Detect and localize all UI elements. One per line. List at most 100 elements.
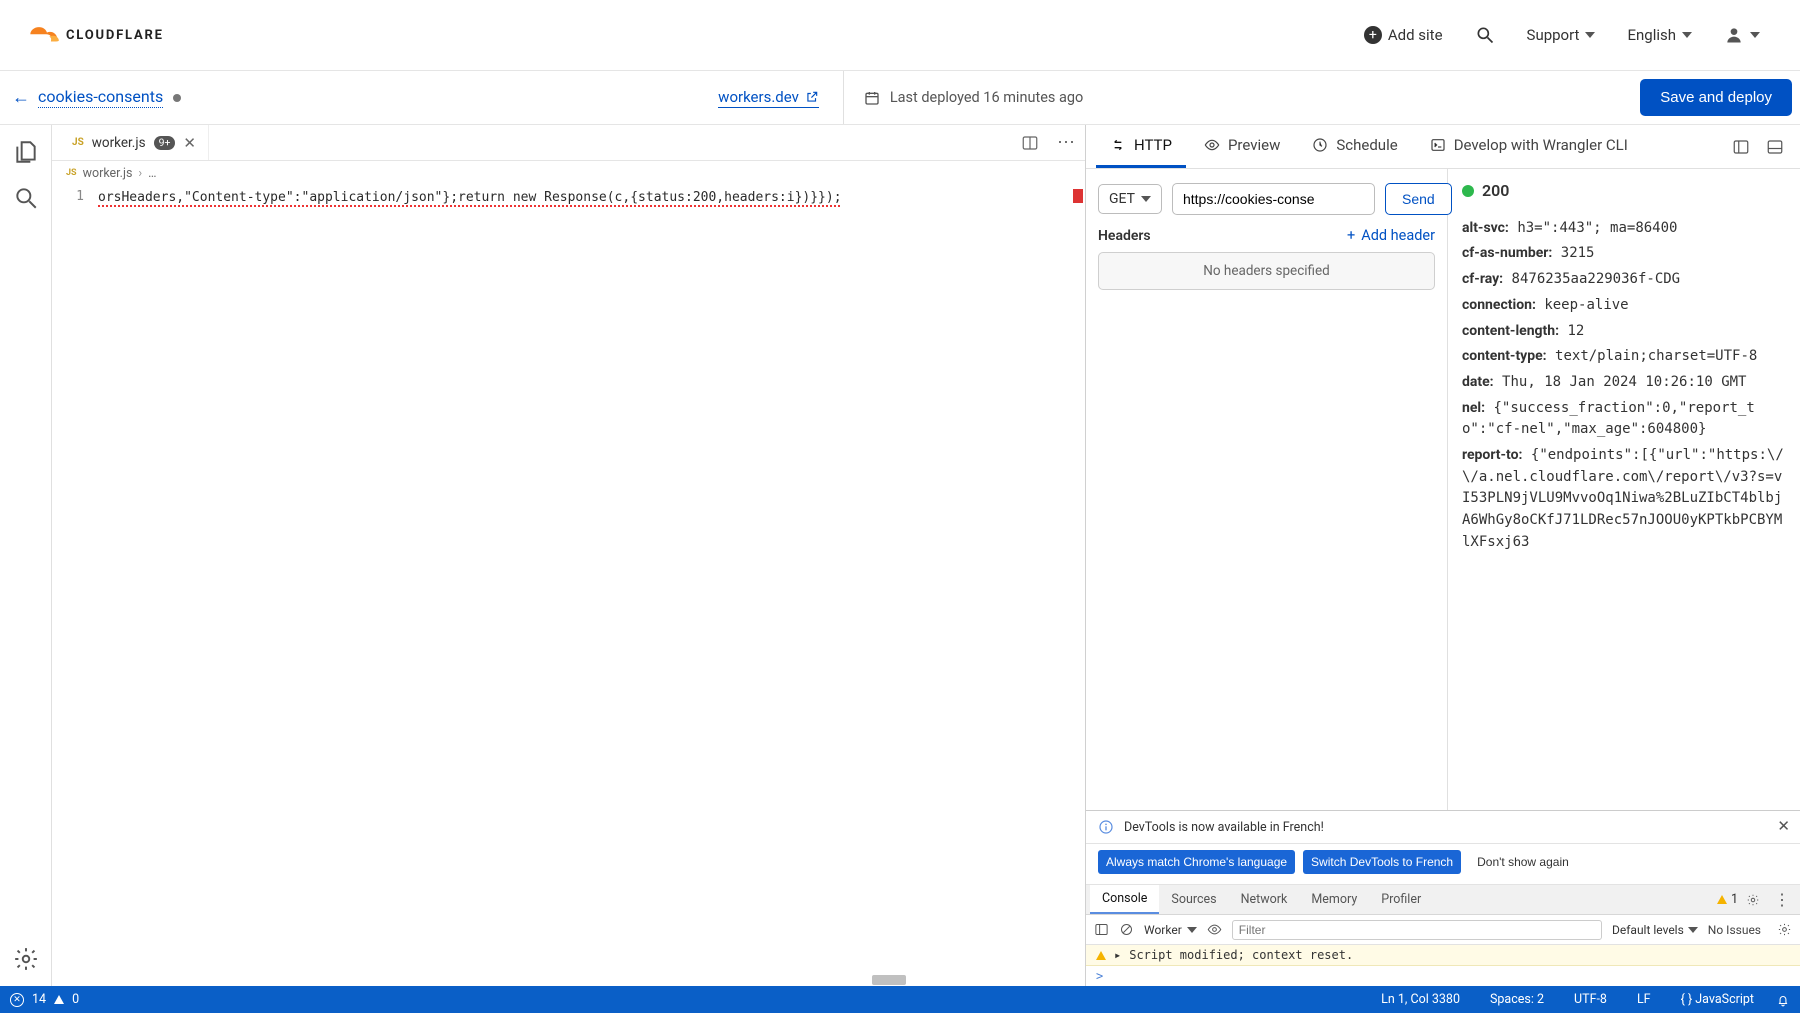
devtools-warn-badge[interactable]: 1: [1717, 892, 1738, 907]
cursor-position[interactable]: Ln 1, Col 3380: [1373, 992, 1468, 1007]
console-filter-input[interactable]: [1232, 920, 1602, 940]
toggle-sidebar-icon[interactable]: [1094, 922, 1109, 937]
language-mode[interactable]: { } JavaScript: [1673, 992, 1762, 1007]
editor-breadcrumb[interactable]: JS worker.js › …: [52, 161, 1085, 185]
terminal-icon: [1430, 137, 1446, 153]
line-gutter: 1: [52, 185, 98, 986]
console-warning-row[interactable]: ▸ Script modified; context reset.: [1086, 945, 1800, 966]
add-site-label: Add site: [1388, 26, 1443, 44]
disclosure-triangle-icon[interactable]: ▸: [1114, 948, 1121, 962]
always-match-button[interactable]: Always match Chrome's language: [1098, 850, 1295, 874]
caret-down-icon: [1750, 32, 1760, 38]
devtools-toggle-icon[interactable]: [1766, 138, 1784, 156]
warning-count-icon: [54, 995, 64, 1004]
code-area[interactable]: 1 orsHeaders,"Content-type":"application…: [52, 185, 1085, 986]
search-panel-icon[interactable]: [13, 185, 39, 211]
sub-header: ← cookies-consents workers.dev Last depl…: [0, 71, 1800, 125]
banner-text: DevTools is now available in French!: [1124, 820, 1324, 835]
request-url-input[interactable]: [1172, 183, 1375, 215]
calendar-icon: [864, 90, 880, 106]
tab-preview[interactable]: Preview: [1190, 125, 1294, 168]
close-banner-icon[interactable]: ✕: [1777, 817, 1790, 835]
prompt-chevron-icon: >: [1096, 969, 1103, 983]
no-issues-label: No Issues: [1708, 923, 1761, 937]
horizontal-scrollbar-thumb[interactable]: [872, 975, 906, 985]
notifications-bell-icon[interactable]: [1776, 993, 1790, 1007]
http-method-select[interactable]: GET: [1098, 184, 1162, 214]
tab-wrangler[interactable]: Develop with Wrangler CLI: [1416, 125, 1642, 168]
encoding[interactable]: UTF-8: [1566, 992, 1615, 1007]
save-and-deploy-button[interactable]: Save and deploy: [1640, 79, 1792, 116]
dont-show-button[interactable]: Don't show again: [1469, 850, 1577, 874]
workers-dev-link[interactable]: workers.dev: [718, 88, 819, 108]
deploy-info: Last deployed 16 minutes ago: [844, 89, 1103, 106]
devtools-tab-console[interactable]: Console: [1090, 885, 1159, 914]
caret-down-icon: [1688, 927, 1698, 933]
user-menu[interactable]: [1708, 25, 1776, 45]
log-levels-select[interactable]: Default levels: [1612, 923, 1698, 937]
language-label: English: [1627, 26, 1676, 44]
devtools-tab-profiler[interactable]: Profiler: [1369, 885, 1433, 914]
devtools-tab-network[interactable]: Network: [1229, 885, 1300, 914]
js-file-icon: JS: [66, 168, 77, 178]
language-menu[interactable]: English: [1611, 26, 1708, 44]
search-button[interactable]: [1459, 25, 1511, 45]
project-name-link[interactable]: cookies-consents: [38, 87, 163, 108]
split-editor-icon[interactable]: [1021, 134, 1039, 152]
switch-french-button[interactable]: Switch DevTools to French: [1303, 850, 1461, 874]
response-header-row: date: Thu, 18 Jan 2024 10:26:10 GMT: [1462, 372, 1786, 394]
eol[interactable]: LF: [1629, 992, 1659, 1007]
editor-tab[interactable]: JS worker.js 9+ ✕: [60, 125, 209, 160]
add-header-button[interactable]: + Add header: [1347, 227, 1435, 244]
clear-console-icon[interactable]: [1119, 922, 1134, 937]
breadcrumb-rest: …: [148, 166, 156, 181]
logo[interactable]: CLOUDFLARE: [24, 25, 164, 45]
console-prompt[interactable]: >: [1086, 966, 1800, 986]
response-header-row: cf-ray: 8476235aa229036f-CDG: [1462, 269, 1786, 291]
cloudflare-logo-icon: [24, 25, 62, 45]
no-headers-box: No headers specified: [1098, 252, 1435, 290]
back-arrow-icon[interactable]: ←: [12, 87, 30, 108]
send-button[interactable]: Send: [1385, 183, 1452, 215]
indentation[interactable]: Spaces: 2: [1482, 992, 1552, 1007]
brand-text: CLOUDFLARE: [66, 28, 164, 43]
warning-triangle-icon: [1717, 895, 1727, 904]
problems-summary[interactable]: ✕ 14 0: [10, 992, 79, 1007]
devtools-more-icon[interactable]: ⋮: [1768, 890, 1796, 909]
close-tab-icon[interactable]: ✕: [183, 134, 196, 152]
last-deployed-text: Last deployed 16 minutes ago: [890, 89, 1083, 106]
overview-ruler-error-icon: [1073, 189, 1083, 203]
settings-gear-icon[interactable]: [13, 946, 39, 972]
support-label: Support: [1527, 26, 1580, 44]
request-pane: GET Send Headers + Add header No headers…: [1086, 169, 1448, 810]
context-select[interactable]: Worker: [1144, 923, 1197, 937]
devtools-settings-icon[interactable]: [1746, 893, 1760, 907]
files-icon[interactable]: [13, 139, 39, 165]
console-settings-icon[interactable]: [1777, 922, 1792, 937]
http-icon: [1110, 137, 1126, 153]
response-header-row: nel: {"success_fraction":0,"report_to":"…: [1462, 398, 1786, 441]
clock-icon: [1312, 137, 1328, 153]
status-code: 200: [1482, 179, 1509, 204]
live-expression-icon[interactable]: [1207, 922, 1222, 937]
external-link-icon: [805, 90, 819, 104]
devtools-tabs: Console Sources Network Memory Profiler …: [1086, 885, 1800, 915]
info-icon: [1098, 819, 1114, 835]
caret-down-icon: [1585, 32, 1595, 38]
add-site-button[interactable]: + Add site: [1348, 26, 1459, 44]
devtools-tab-memory[interactable]: Memory: [1299, 885, 1369, 914]
code-line: orsHeaders,"Content-type":"application/j…: [98, 190, 842, 205]
devtools-tab-sources[interactable]: Sources: [1159, 885, 1228, 914]
plus-circle-icon: +: [1364, 26, 1382, 44]
support-menu[interactable]: Support: [1511, 26, 1612, 44]
unsaved-changes-dot-icon: [173, 94, 181, 102]
editor-more-icon[interactable]: ⋯: [1047, 132, 1085, 153]
tab-http[interactable]: HTTP: [1096, 125, 1186, 168]
response-header-row: alt-svc: h3=":443"; ma=86400: [1462, 218, 1786, 240]
tab-schedule[interactable]: Schedule: [1298, 125, 1411, 168]
layout-toggle-icon[interactable]: [1732, 138, 1750, 156]
console-toolbar: Worker Default levels No Issues: [1086, 915, 1800, 945]
line-number: 1: [52, 189, 84, 204]
error-count-icon: ✕: [10, 993, 24, 1007]
headers-label: Headers: [1098, 228, 1151, 244]
